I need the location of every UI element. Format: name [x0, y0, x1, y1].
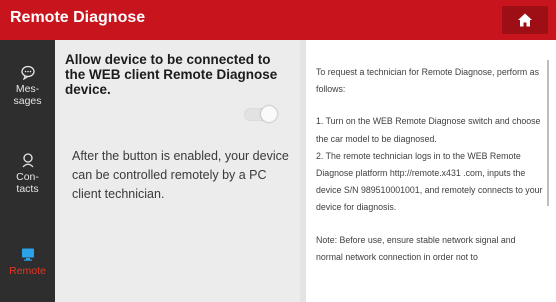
remote-icon: [21, 248, 34, 261]
sidebar-item-label: Mes-: [15, 83, 40, 95]
app-window: Remote Diagnose Mes- sages Con- tacts Re…: [0, 0, 556, 302]
home-button[interactable]: [502, 6, 548, 34]
contact-person-icon: [22, 153, 33, 168]
sidebar-item-remote[interactable]: Remote: [0, 246, 55, 277]
instructions-step-1: 1. Turn on the WEB Remote Diagnose switc…: [316, 116, 541, 144]
sidebar-item-contacts[interactable]: Con- tacts: [0, 152, 55, 195]
remote-settings-panel: Allow device to be connected to the WEB …: [55, 40, 300, 302]
sidebar: Mes- sages Con- tacts Remote: [0, 40, 55, 302]
toggle-knob: [261, 106, 277, 122]
page-title: Remote Diagnose: [10, 9, 146, 26]
sidebar-item-label: tacts: [16, 183, 39, 195]
sidebar-item-messages[interactable]: Mes- sages: [0, 64, 55, 107]
enabled-description: After the button is enabled, your device…: [72, 149, 289, 201]
instructions-text: To request a technician for Remote Diagn…: [316, 64, 544, 266]
header-bar: Remote Diagnose: [0, 0, 556, 40]
instructions-note: Note: Before use, ensure stable network …: [316, 234, 516, 262]
sidebar-item-label: Con-: [16, 171, 39, 183]
home-icon: [518, 13, 532, 27]
allow-connection-label: Allow device to be connected to the WEB …: [65, 52, 278, 97]
instructions-intro: To request a technician for Remote Diagn…: [316, 67, 539, 95]
sidebar-item-label: Remote: [9, 265, 46, 277]
sidebar-item-label: sages: [13, 95, 42, 107]
chat-bubble-icon: [20, 65, 35, 80]
scrollbar[interactable]: [547, 60, 549, 206]
instructions-panel: To request a technician for Remote Diagn…: [306, 40, 556, 302]
instructions-step-2: 2. The remote technician logs in to the …: [316, 150, 543, 213]
remote-diagnose-toggle[interactable]: [244, 106, 277, 122]
